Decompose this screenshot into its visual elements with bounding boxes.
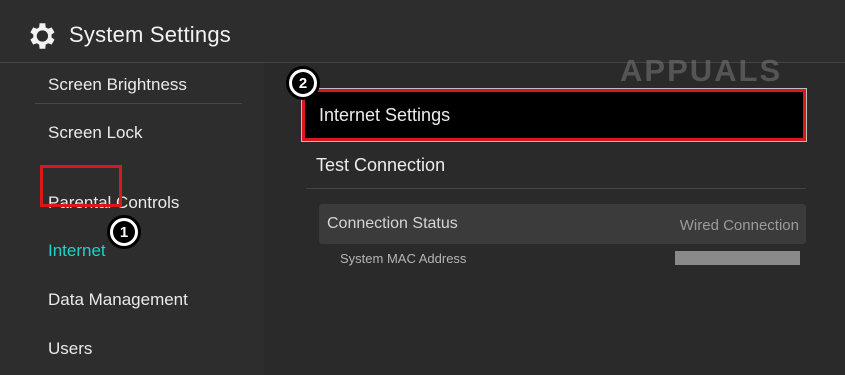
step-badge-number: 2 <box>292 72 314 94</box>
sidebar-item-users[interactable]: Users <box>48 339 92 359</box>
sidebar-item-screen-brightness[interactable]: Screen Brightness <box>48 75 187 95</box>
connection-status-value: Wired Connection <box>679 217 799 234</box>
sidebar-item-data-management[interactable]: Data Management <box>48 290 188 310</box>
menu-divider <box>306 188 806 189</box>
step-badge-number: 1 <box>113 221 135 243</box>
mac-address-label: System MAC Address <box>340 251 467 266</box>
sidebar-divider <box>35 103 242 104</box>
watermark-logo: APPUALS <box>620 53 783 88</box>
menu-item-internet-settings[interactable]: Internet Settings <box>301 88 807 142</box>
connection-status-label: Connection Status <box>327 215 458 232</box>
menu-item-label: Internet Settings <box>319 104 451 125</box>
menu-item-test-connection[interactable]: Test Connection <box>302 141 806 189</box>
step-badge-1: 1 <box>107 215 141 249</box>
step-badge-2: 2 <box>286 66 320 100</box>
sidebar-highlight-box <box>40 165 122 207</box>
sidebar-item-screen-lock[interactable]: Screen Lock <box>48 123 143 143</box>
sidebar-item-internet[interactable]: Internet <box>48 241 106 261</box>
page-title: System Settings <box>69 22 231 47</box>
menu-item-label: Test Connection <box>316 154 446 175</box>
mac-address-redacted <box>675 251 800 265</box>
gear-icon <box>30 23 55 49</box>
